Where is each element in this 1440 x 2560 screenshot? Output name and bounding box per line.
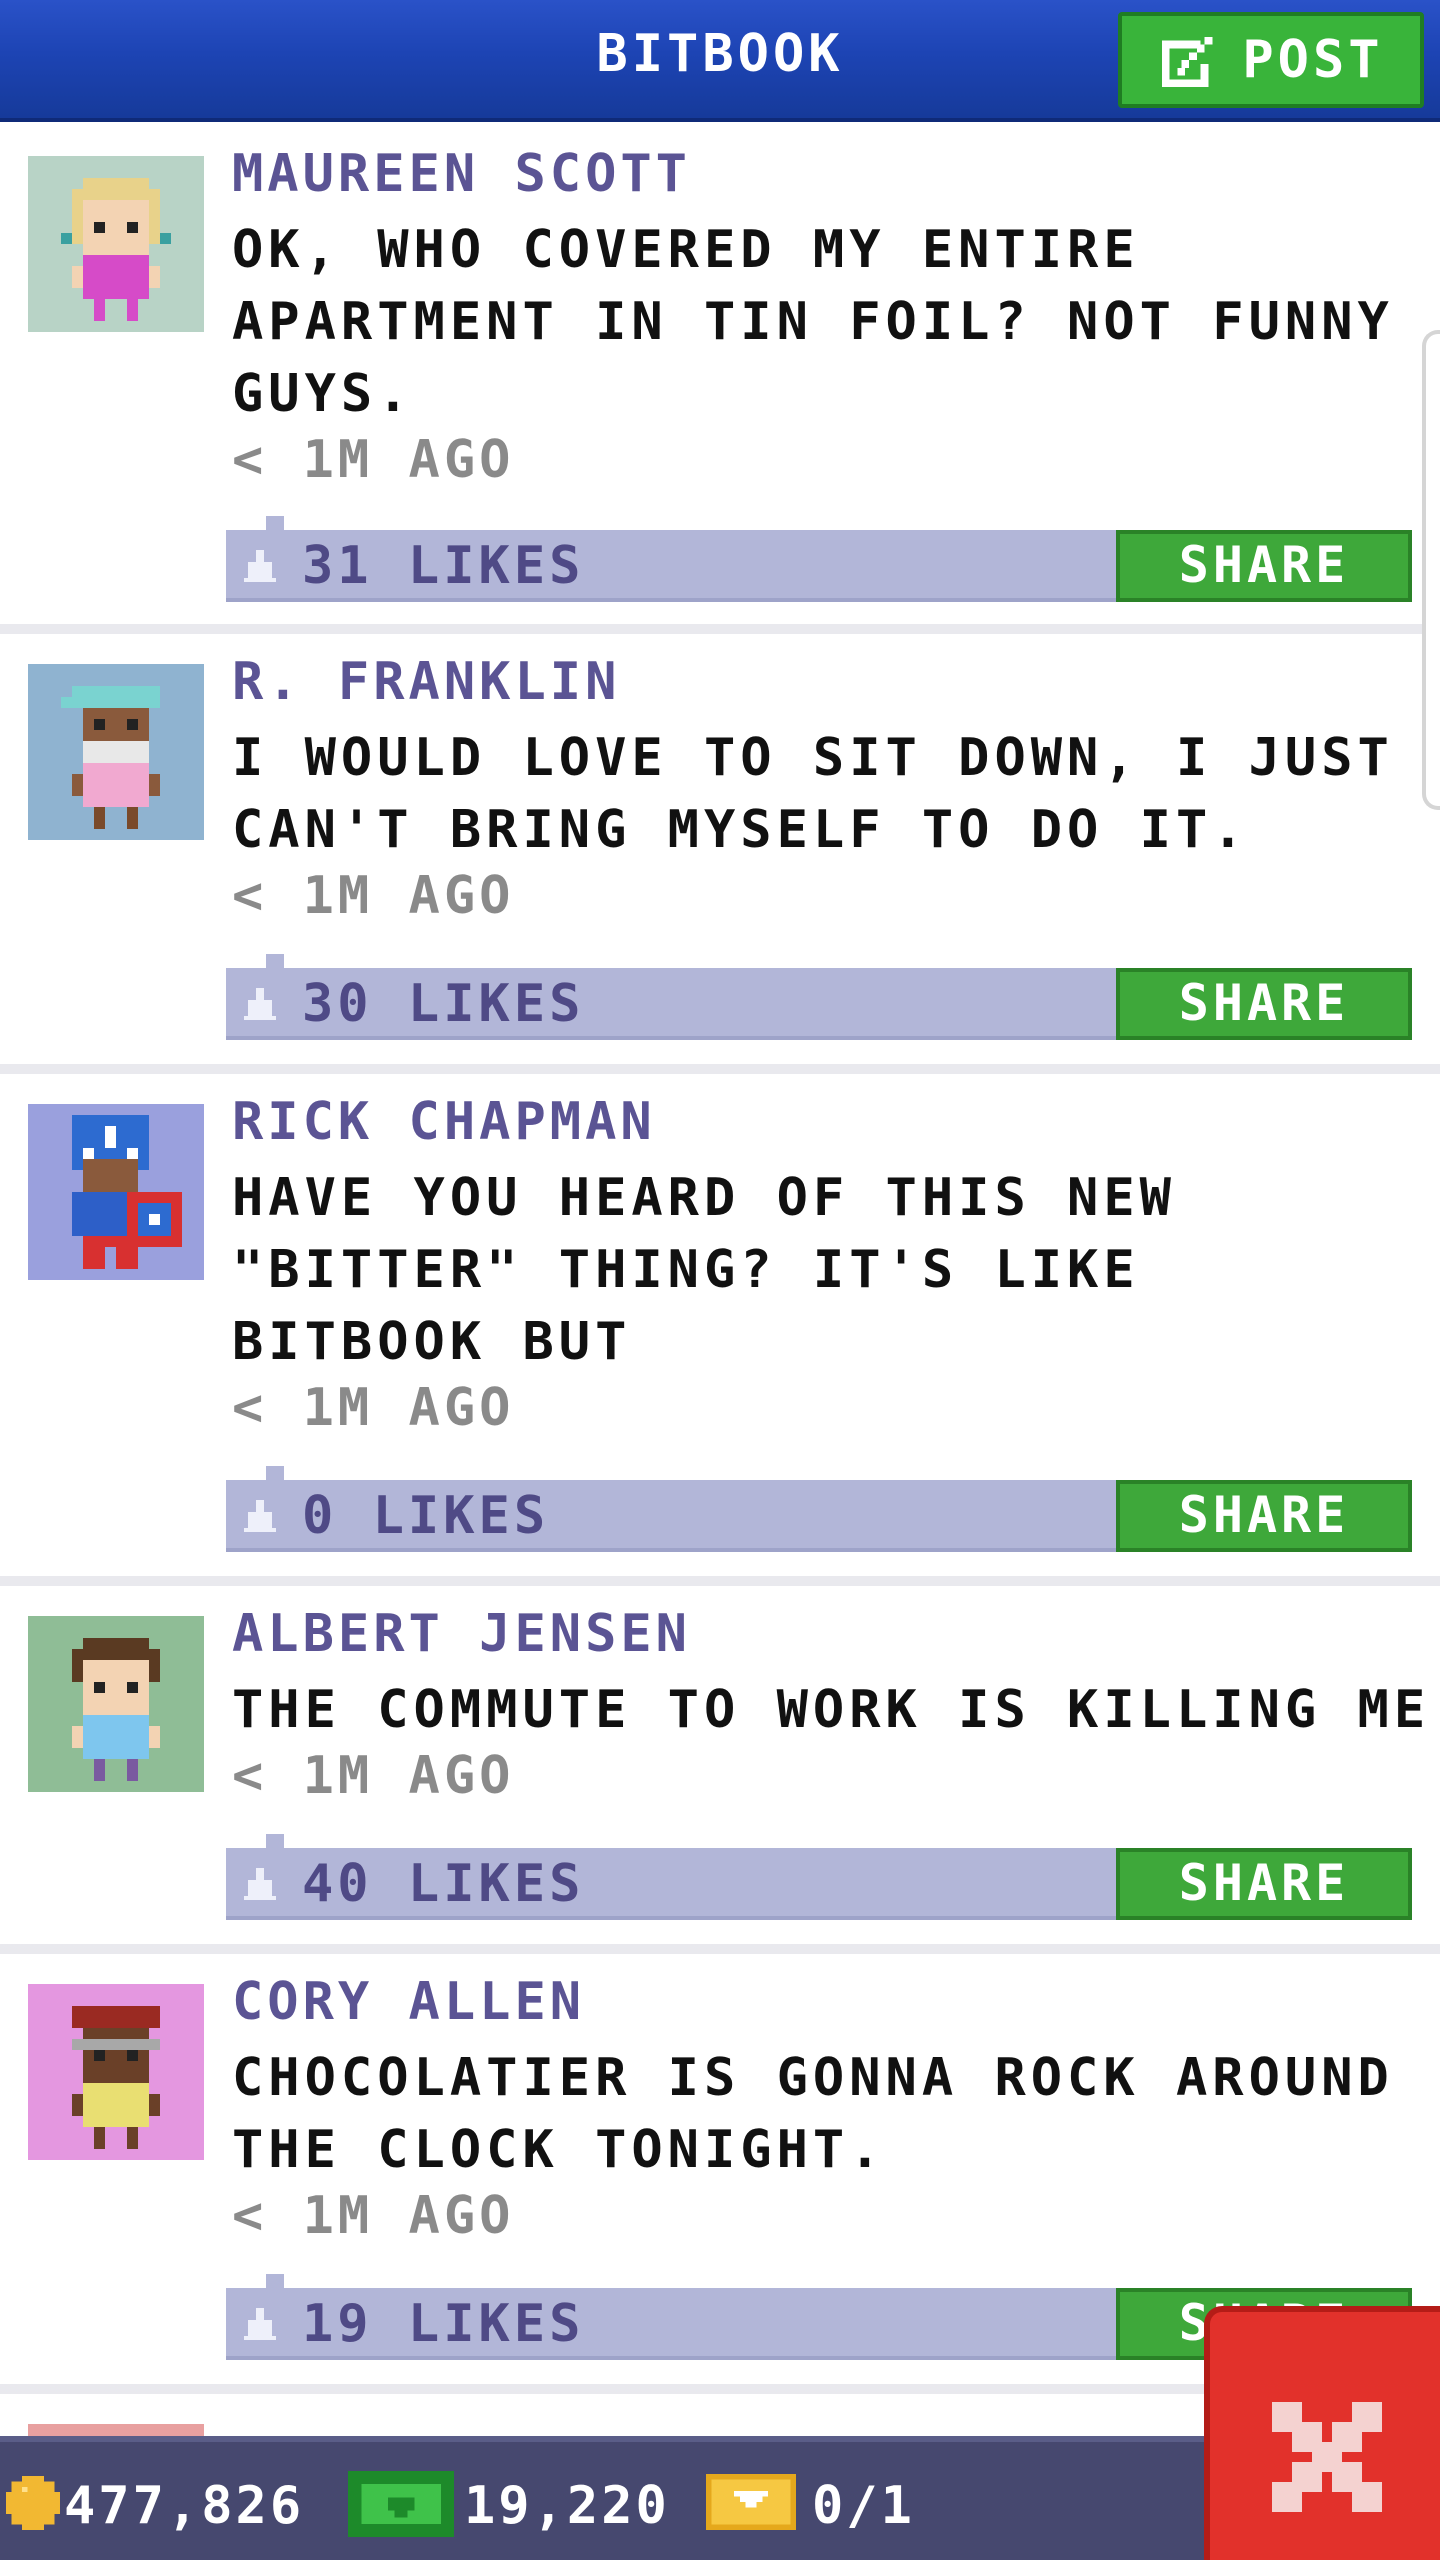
avatar (28, 2424, 204, 2436)
avatar (28, 156, 204, 332)
coins-count: 477,826 (64, 2476, 305, 2536)
post-author-name[interactable]: MAUREEN SCOTT (232, 144, 691, 204)
post-author-name[interactable]: CORY ALLEN (232, 1972, 585, 2032)
post-timestamp: < 1M AGO (232, 2186, 515, 2246)
feed-post: MAUREEN SCOTT OK, WHO COVERED MY ENTIRE … (0, 126, 1440, 634)
post-text: I WOULD LOVE TO SIT DOWN, I JUST CAN'T B… (232, 728, 1394, 860)
app-header: BITBOOK POST (0, 0, 1440, 122)
compose-icon (1162, 36, 1213, 88)
avatar (28, 1616, 204, 1792)
avatar (28, 1104, 204, 1280)
thumbs-up-icon (244, 2308, 276, 2340)
post-timestamp: < 1M AGO (232, 1378, 515, 1438)
post-button[interactable]: POST (1118, 12, 1424, 108)
post-timestamp: < 1M AGO (232, 866, 515, 926)
post-text: CHOCOLATIER IS GONNA ROCK AROUND THE CLO… (232, 2048, 1394, 2180)
post-author-name[interactable]: RICK CHAPMAN (232, 1092, 656, 1152)
share-button[interactable]: SHARE (1116, 1848, 1412, 1920)
likes-count: 31 LIKES (302, 536, 585, 596)
tickets-count: 0/1 (812, 2476, 915, 2536)
feed-post: RICK CHAPMAN HAVE YOU HEARD OF THIS NEW … (0, 1074, 1440, 1586)
post-timestamp: < 1M AGO (232, 1746, 515, 1806)
likes-count: 19 LIKES (302, 2294, 585, 2354)
likes-count: 30 LIKES (302, 974, 585, 1034)
thumbs-up-icon (244, 1868, 276, 1900)
share-button[interactable]: SHARE (1116, 530, 1412, 602)
avatar (28, 664, 204, 840)
thumbs-up-icon (244, 988, 276, 1020)
share-button[interactable]: SHARE (1116, 1480, 1412, 1552)
thumbs-up-icon (244, 550, 276, 582)
post-author-name[interactable]: ALBERT JENSEN (232, 1604, 691, 1664)
ticket-icon (706, 2473, 796, 2531)
bux-icon (348, 2470, 454, 2538)
close-icon (1272, 2402, 1382, 2512)
coin-icon (6, 2476, 60, 2530)
scrollbar[interactable] (1422, 330, 1440, 810)
thumbs-up-icon (244, 1500, 276, 1532)
post-author-name[interactable]: R. FRANKLIN (232, 652, 620, 712)
post-text: OK, WHO COVERED MY ENTIRE APARTMENT IN T… (232, 220, 1394, 424)
post-text: HAVE YOU HEARD OF THIS NEW "BITTER" THIN… (232, 1168, 1176, 1372)
bux-count: 19,220 (464, 2476, 670, 2536)
likes-count: 0 LIKES (302, 1486, 550, 1546)
feed-post: R. FRANKLIN I WOULD LOVE TO SIT DOWN, I … (0, 634, 1440, 1074)
bitbook-feed[interactable]: MAUREEN SCOTT OK, WHO COVERED MY ENTIRE … (0, 126, 1440, 2436)
avatar (28, 1984, 204, 2160)
post-timestamp: < 1M AGO (232, 430, 515, 490)
post-text: THE COMMUTE TO WORK IS KILLING ME :( (232, 1680, 1422, 1740)
likes-count: 40 LIKES (302, 1854, 585, 1914)
share-button[interactable]: SHARE (1116, 968, 1412, 1040)
post-button-label: POST (1242, 30, 1384, 90)
feed-post: ALBERT JENSEN THE COMMUTE TO WORK IS KIL… (0, 1586, 1440, 1954)
close-button[interactable] (1204, 2306, 1440, 2560)
